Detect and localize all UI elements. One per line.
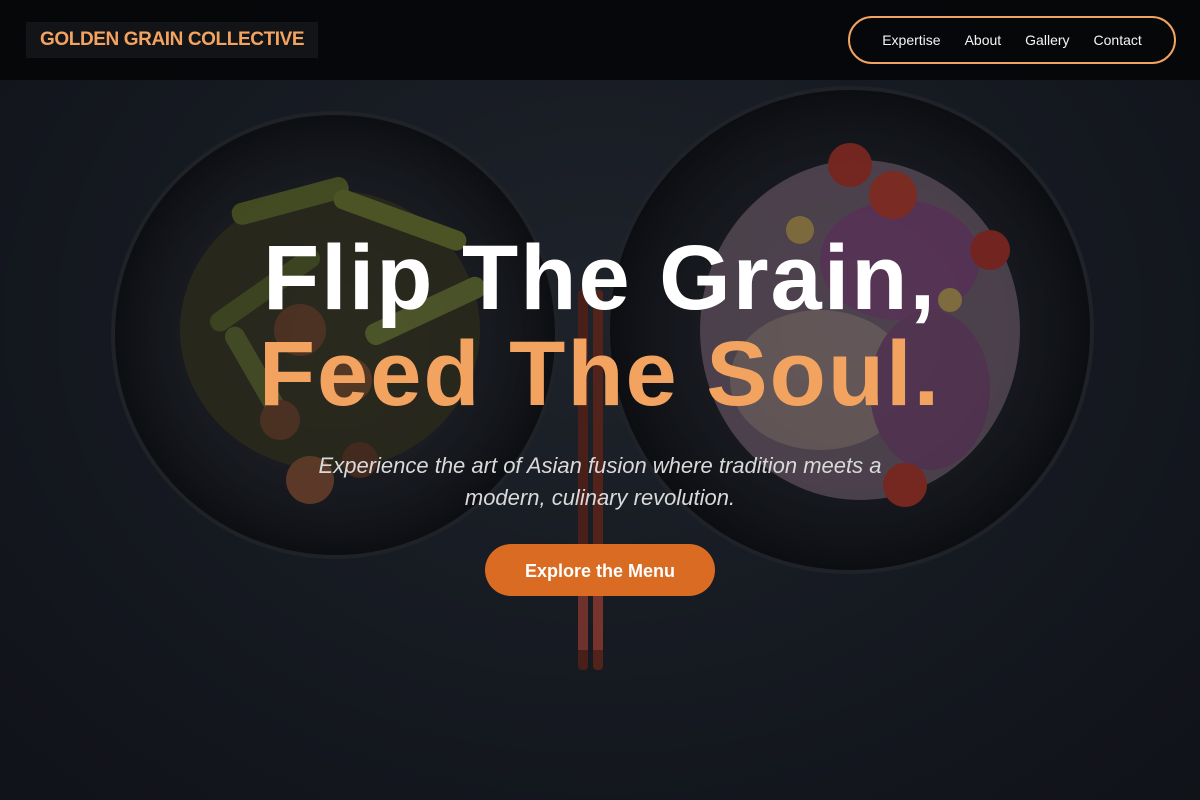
- brand-logo[interactable]: GOLDEN GRAIN COLLECTIVE: [26, 22, 319, 58]
- hero-content: Flip The Grain, Feed The Soul. Experienc…: [0, 230, 1200, 596]
- nav-link-gallery[interactable]: Gallery: [1025, 32, 1069, 48]
- hero-headline-line1: Flip The Grain,: [262, 227, 938, 329]
- nav-link-about[interactable]: About: [965, 32, 1002, 48]
- top-navbar: GOLDEN GRAIN COLLECTIVE Expertise About …: [0, 0, 1200, 80]
- nav-menu: Expertise About Gallery Contact: [848, 16, 1176, 64]
- explore-menu-button[interactable]: Explore the Menu: [485, 544, 715, 596]
- nav-link-contact[interactable]: Contact: [1094, 32, 1142, 48]
- hero-section: Flip The Grain, Feed The Soul. Experienc…: [0, 0, 1200, 800]
- hero-headline-line2: Feed The Soul.: [258, 323, 942, 425]
- hero-subtitle: Experience the art of Asian fusion where…: [318, 453, 882, 510]
- nav-link-expertise[interactable]: Expertise: [882, 32, 940, 48]
